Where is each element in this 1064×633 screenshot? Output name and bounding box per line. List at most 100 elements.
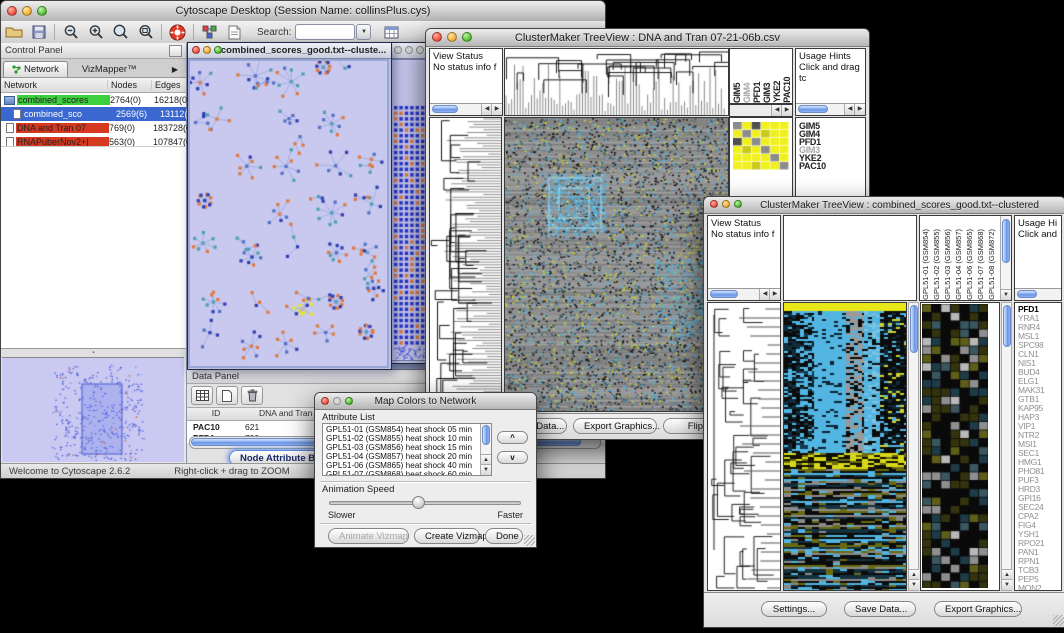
column-label[interactable]: GPL51-06 (GSM865) [965, 229, 976, 300]
cytoscape-titlebar[interactable]: Cytoscape Desktop (Session Name: collins… [1, 1, 605, 22]
network-table-row[interactable]: DNA and Tran 07 769(0) 183728(0) [1, 121, 186, 135]
close-button[interactable] [432, 32, 442, 42]
close-button[interactable] [321, 397, 329, 405]
column-label[interactable]: PAC10 [782, 77, 792, 103]
hscroll-thumb[interactable] [432, 105, 458, 113]
zoom-button[interactable] [734, 200, 742, 208]
annotation-button[interactable] [222, 22, 247, 42]
hscroll-thumb[interactable] [798, 105, 828, 113]
column-label[interactable]: GPL51-02 (GSM855) [932, 229, 943, 300]
help-button[interactable] [165, 22, 190, 42]
zoom-button[interactable] [214, 46, 222, 54]
attribute-item[interactable]: GPL51-01 (GSM854) heat shock 05 min [326, 425, 491, 434]
heatmap-global-view[interactable] [783, 302, 907, 591]
network-table-row[interactable]: combined_sco 2569(6) 13112(15) [1, 107, 186, 121]
tab-vizmapper[interactable]: VizMapper™ [74, 62, 145, 77]
save-session-button[interactable] [26, 22, 51, 42]
move-attribute-down-button[interactable]: v [497, 451, 528, 464]
scroll-right-arrow[interactable]: ▶ [491, 104, 502, 115]
row-label[interactable]: PAC10 [799, 162, 865, 170]
network-canvas[interactable] [188, 59, 389, 368]
vscroll-thumb[interactable] [910, 305, 918, 353]
select-attributes-button[interactable] [191, 386, 213, 405]
zoom-in-button[interactable] [83, 22, 108, 42]
attribute-item[interactable]: GPL51-02 (GSM855) heat shock 10 min [326, 434, 491, 443]
close-button[interactable] [7, 6, 17, 16]
column-label[interactable]: GIM4 [742, 83, 752, 103]
search-dropdown-arrow[interactable]: ▼ [356, 24, 371, 40]
resize-grip[interactable] [524, 535, 535, 546]
heatmap-zoom-view[interactable] [922, 304, 988, 588]
column-label[interactable]: GPL51-01 (GSM854) [921, 229, 932, 300]
network-window-titlebar[interactable]: combined_scores_good.txt--cluste... [188, 43, 391, 59]
attribute-item[interactable]: GPL51-04 (GSM857) heat shock 20 min [326, 452, 491, 461]
column-label[interactable]: PFD1 [752, 82, 762, 103]
attribute-item[interactable]: GPL51-07 (GSM868) heat shock 60 min [326, 470, 491, 476]
minimize-button[interactable] [447, 32, 457, 42]
new-attribute-button[interactable] [216, 386, 238, 405]
treeview2-column-dendrogram[interactable] [783, 215, 917, 301]
treeview2-titlebar[interactable]: ClusterMaker TreeView : combined_scores_… [704, 197, 1064, 214]
attribute-item[interactable]: GPL51-06 (GSM865) heat shock 40 min [326, 461, 491, 470]
export-graphics-button[interactable]: Export Graphics... [573, 418, 657, 434]
gene-label[interactable]: MON2 [1018, 584, 1061, 591]
map-dialog-titlebar[interactable]: Map Colors to Network [315, 393, 536, 410]
vizmapper-button[interactable] [197, 22, 222, 42]
close-button[interactable] [710, 200, 718, 208]
zoom-button[interactable] [37, 6, 47, 16]
column-labels-vscrollbar[interactable]: ▼ [1000, 216, 1011, 300]
import-table-button[interactable] [379, 22, 404, 42]
minimize-button[interactable] [722, 200, 730, 208]
attribute-list-vscrollbar[interactable]: ▲ ▼ [480, 424, 491, 475]
minimize-button[interactable] [333, 397, 341, 405]
hscroll-thumb[interactable] [1017, 290, 1037, 298]
scroll-down-arrow[interactable]: ▼ [481, 464, 491, 475]
column-label[interactable]: YKE2 [772, 81, 782, 103]
scroll-down-arrow[interactable]: ▼ [909, 579, 919, 590]
usage-hints-hscrollbar[interactable]: ◀ ▶ [796, 103, 865, 115]
scroll-right-arrow[interactable]: ▶ [781, 105, 792, 116]
usage-hints-hscrollbar[interactable] [1015, 288, 1061, 300]
treeview1-titlebar[interactable]: ClusterMaker TreeView : DNA and Tran 07-… [426, 29, 869, 47]
create-vizmap-button[interactable]: Create Vizmap [414, 528, 480, 544]
export-graphics-button[interactable]: Export Graphics... [934, 601, 1022, 617]
zoom-out-button[interactable] [58, 22, 83, 42]
attribute-item[interactable]: GPL51-03 (GSM856) heat shock 15 min [326, 443, 491, 452]
search-input[interactable] [295, 24, 355, 40]
scroll-down-arrow[interactable]: ▼ [1001, 289, 1011, 300]
vscroll-thumb[interactable] [482, 425, 490, 445]
view-status-hscrollbar[interactable]: ◀ ▶ [708, 288, 780, 300]
animate-vizmap-button[interactable]: Animate Vizmap [328, 528, 409, 544]
vscroll-thumb[interactable] [1002, 219, 1010, 263]
column-label[interactable]: GPL51-03 (GSM856) [943, 229, 954, 300]
view-status-hscrollbar[interactable]: ◀ ▶ [430, 103, 502, 115]
float-panel-icon[interactable] [169, 45, 182, 57]
save-data-button[interactable]: Save Data... [844, 601, 916, 617]
row-dendrogram[interactable] [429, 117, 502, 412]
column-label[interactable]: GIM3 [762, 83, 772, 103]
animation-speed-slider[interactable] [329, 501, 521, 505]
move-attribute-up-button[interactable]: ^ [497, 431, 528, 444]
close-button[interactable] [394, 46, 402, 54]
tabs-more-button[interactable]: ▶ [164, 62, 186, 77]
column-label[interactable]: GIM5 [732, 83, 742, 103]
resize-grip[interactable] [1053, 615, 1064, 626]
zoom-selected-button[interactable] [108, 22, 133, 42]
row-dendrogram[interactable] [707, 302, 781, 591]
heatmap-zoom-view[interactable] [733, 122, 789, 170]
done-button[interactable]: Done [485, 528, 523, 544]
zoom-button[interactable] [462, 32, 472, 42]
vscroll-thumb[interactable] [1003, 305, 1011, 347]
open-session-button[interactable] [1, 22, 26, 42]
column-label[interactable]: GPL51-07 (GSM868) [976, 229, 987, 300]
hscroll-thumb[interactable] [710, 290, 738, 298]
minimize-button[interactable] [22, 6, 32, 16]
zoom-button[interactable] [345, 397, 353, 405]
column-labels-scroll-strip[interactable]: ◀ ▶ [729, 104, 793, 117]
zoom-button[interactable] [416, 46, 424, 54]
scroll-right-arrow[interactable]: ▶ [769, 289, 780, 300]
heatmap-global-view[interactable] [504, 117, 729, 412]
column-dendrogram[interactable] [504, 48, 729, 116]
tab-network[interactable]: Network [3, 61, 68, 77]
settings-button[interactable]: Settings... [761, 601, 827, 617]
